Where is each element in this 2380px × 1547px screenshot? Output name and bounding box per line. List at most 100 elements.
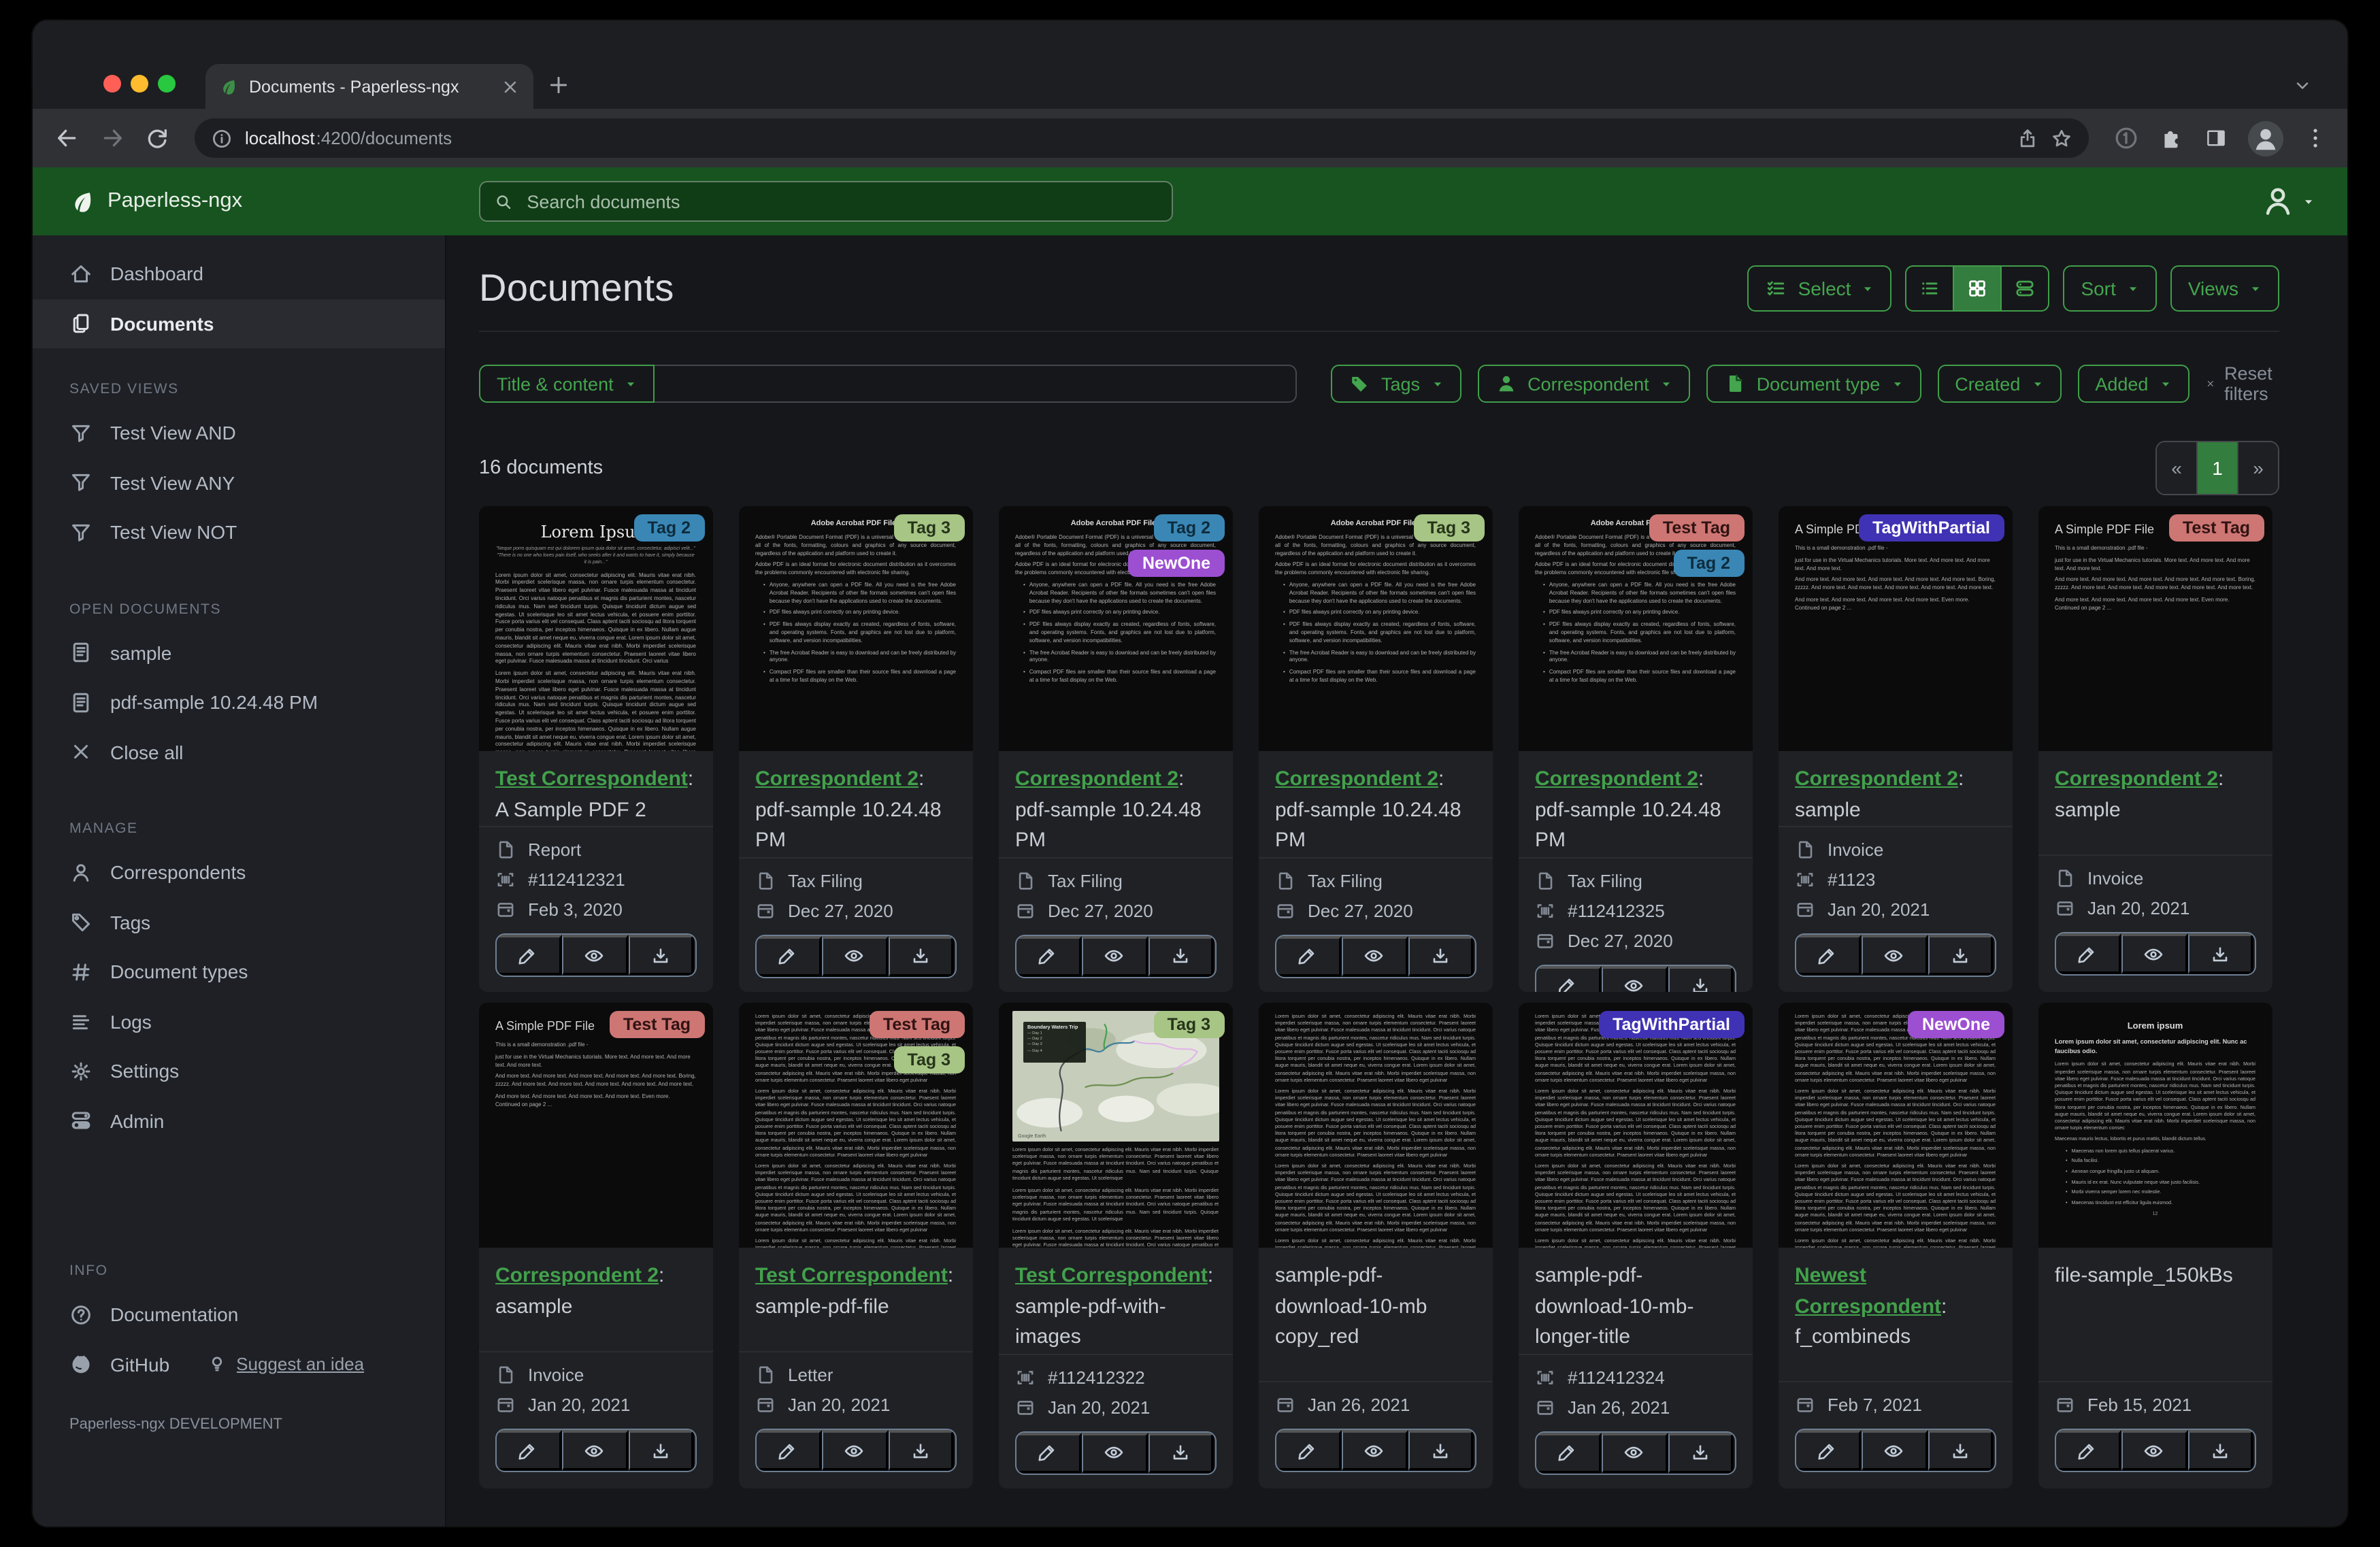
view-button[interactable] <box>1601 1432 1668 1473</box>
download-button[interactable] <box>1668 1432 1734 1473</box>
select-button[interactable]: Select <box>1747 265 1892 312</box>
document-thumbnail[interactable]: Lorem ipsum dolor sit amet, consectetur … <box>739 1003 972 1248</box>
sidebar-link-suggest-an-idea[interactable]: Suggest an idea <box>206 1354 364 1375</box>
tag-badge-test-tag[interactable]: Test Tag <box>2168 514 2264 542</box>
tag-badge-tagwithpartial[interactable]: TagWithPartial <box>1599 1011 1744 1038</box>
tags-filter-button[interactable]: Tags <box>1331 365 1461 403</box>
tag-badge-tag-3[interactable]: Tag 3 <box>1153 1011 1224 1038</box>
sidebar-item-document-types[interactable]: Document types <box>33 947 445 997</box>
pagination-page-1[interactable]: 1 <box>2196 442 2237 494</box>
download-button[interactable] <box>888 1430 955 1471</box>
correspondent-link[interactable]: Correspondent 2 <box>2055 767 2218 791</box>
document-thumbnail[interactable]: A Simple PDF File This is a small demonst… <box>2038 506 2272 751</box>
edit-button[interactable] <box>1276 935 1342 976</box>
view-button[interactable] <box>821 1430 889 1471</box>
document-thumbnail[interactable]: Lorem ipsum dolor sit amet, consectetur … <box>1259 1003 1492 1248</box>
view-button[interactable] <box>1861 935 1928 976</box>
edit-button[interactable] <box>497 1430 562 1471</box>
sidebar-item-dashboard[interactable]: Dashboard <box>33 249 445 299</box>
download-button[interactable] <box>1408 1430 1474 1471</box>
document-type-filter-button[interactable]: Document type <box>1706 365 1921 403</box>
view-details-button[interactable] <box>2000 267 2048 310</box>
edit-button[interactable] <box>1796 935 1862 976</box>
edit-button[interactable] <box>1276 1430 1342 1471</box>
correspondent-link[interactable]: Correspondent 2 <box>755 767 919 791</box>
side-panel-icon[interactable] <box>2203 125 2229 151</box>
maximize-window-button[interactable] <box>158 75 176 93</box>
filter-field-button[interactable]: Title & content <box>479 365 655 403</box>
document-thumbnail[interactable]: Adobe Acrobat PDF Files Adobe® Portable D… <box>999 506 1232 751</box>
correspondent-link[interactable]: Test Correspondent <box>1015 1264 1208 1287</box>
correspondent-link[interactable]: Test Correspondent <box>495 767 688 791</box>
document-thumbnail[interactable]: A Simple PDF File This is a small demonst… <box>479 1003 712 1248</box>
sidebar-item-pdf-sample-10-24-48-pm[interactable]: pdf-sample 10.24.48 PM <box>33 678 445 727</box>
edit-button[interactable] <box>1017 935 1082 976</box>
document-thumbnail[interactable]: Lorem ipsum dolor sit amet, consectetur … <box>1779 1003 2012 1248</box>
sidebar-item-close-all[interactable]: Close all <box>33 727 445 777</box>
edit-button[interactable] <box>2056 1430 2121 1471</box>
tag-badge-tag-2[interactable]: Tag 2 <box>1153 514 1224 542</box>
view-button[interactable] <box>561 1430 629 1471</box>
bookmark-star-icon[interactable] <box>2051 127 2072 149</box>
tab-search-chevron-icon[interactable] <box>2293 76 2312 95</box>
download-button[interactable] <box>628 935 695 976</box>
download-button[interactable] <box>1928 1430 1994 1471</box>
sidebar-item-logs[interactable]: Logs <box>33 997 445 1046</box>
tag-badge-tag-2[interactable]: Tag 2 <box>633 514 704 542</box>
edit-button[interactable] <box>1796 1430 1862 1471</box>
download-button[interactable] <box>1408 935 1474 976</box>
correspondent-link[interactable]: Newest Correspondent <box>1795 1264 1941 1318</box>
share-icon[interactable] <box>2017 127 2038 149</box>
sidebar-item-documents[interactable]: Documents <box>33 299 445 348</box>
sidebar-item-tags[interactable]: Tags <box>33 897 445 947</box>
close-window-button[interactable] <box>103 75 121 93</box>
document-thumbnail[interactable]: Adobe Acrobat PDF Files Adobe® Portable D… <box>739 506 972 751</box>
edit-button[interactable] <box>497 935 562 976</box>
sort-button[interactable]: Sort <box>2063 265 2157 312</box>
download-button[interactable] <box>888 935 955 976</box>
download-button[interactable] <box>2187 1430 2254 1471</box>
tag-badge-test-tag[interactable]: Test Tag <box>609 1011 704 1038</box>
download-button[interactable] <box>628 1430 695 1471</box>
view-button[interactable] <box>1341 1430 1408 1471</box>
tag-badge-tag-2[interactable]: Tag 2 <box>1673 550 1744 577</box>
reset-filters-button[interactable]: Reset filters <box>2205 363 2279 404</box>
view-button[interactable] <box>1341 935 1408 976</box>
title-content-input[interactable] <box>654 365 1297 403</box>
correspondent-link[interactable]: Correspondent 2 <box>1015 767 1178 791</box>
added-filter-button[interactable]: Added <box>2077 365 2189 403</box>
download-button[interactable] <box>1148 935 1214 976</box>
sidebar-item-correspondents[interactable]: Correspondents <box>33 848 445 897</box>
edit-button[interactable] <box>1536 965 1602 992</box>
download-button[interactable] <box>2187 933 2254 974</box>
password-manager-icon[interactable] <box>2113 125 2139 151</box>
sidebar-item-test-view-any[interactable]: Test View ANY <box>33 458 445 508</box>
pagination-prev-button[interactable]: « <box>2157 442 2196 494</box>
document-thumbnail[interactable]: Lorem ipsum dolor sit amet, consectetur … <box>1519 1003 1752 1248</box>
correspondent-link[interactable]: Correspondent 2 <box>1535 767 1698 791</box>
document-thumbnail[interactable]: Lorem ipsum Lorem ipsum dolor sit amet, c… <box>2038 1003 2272 1248</box>
document-thumbnail[interactable]: Lorem Ipsum "Neque porro quisquam est qui… <box>479 506 712 751</box>
tag-badge-tag-3[interactable]: Tag 3 <box>893 514 964 542</box>
edit-button[interactable] <box>757 935 822 976</box>
search-input[interactable] <box>524 190 1158 213</box>
view-button[interactable] <box>821 935 889 976</box>
correspondent-filter-button[interactable]: Correspondent <box>1477 365 1690 403</box>
browser-menu-dots-icon[interactable] <box>2302 125 2328 151</box>
forward-button[interactable] <box>99 125 125 151</box>
minimize-window-button[interactable] <box>131 75 148 93</box>
document-thumbnail[interactable]: Adobe Acrobat PDF Files Adobe® Portable D… <box>1519 506 1752 751</box>
sidebar-item-test-view-and[interactable]: Test View AND <box>33 408 445 458</box>
tag-badge-test-tag[interactable]: Test Tag <box>1649 514 1744 542</box>
tag-badge-test-tag[interactable]: Test Tag <box>869 1011 964 1038</box>
user-menu[interactable] <box>2260 167 2315 235</box>
download-button[interactable] <box>1148 1432 1214 1473</box>
pagination-next-button[interactable]: » <box>2237 442 2278 494</box>
edit-button[interactable] <box>2056 933 2121 974</box>
view-button[interactable] <box>1861 1430 1928 1471</box>
sidebar-item-sample[interactable]: sample <box>33 628 445 678</box>
views-button[interactable]: Views <box>2170 265 2279 312</box>
tag-badge-tagwithpartial[interactable]: TagWithPartial <box>1859 514 2004 542</box>
reload-button[interactable] <box>144 125 170 151</box>
view-button[interactable] <box>1081 1432 1148 1473</box>
